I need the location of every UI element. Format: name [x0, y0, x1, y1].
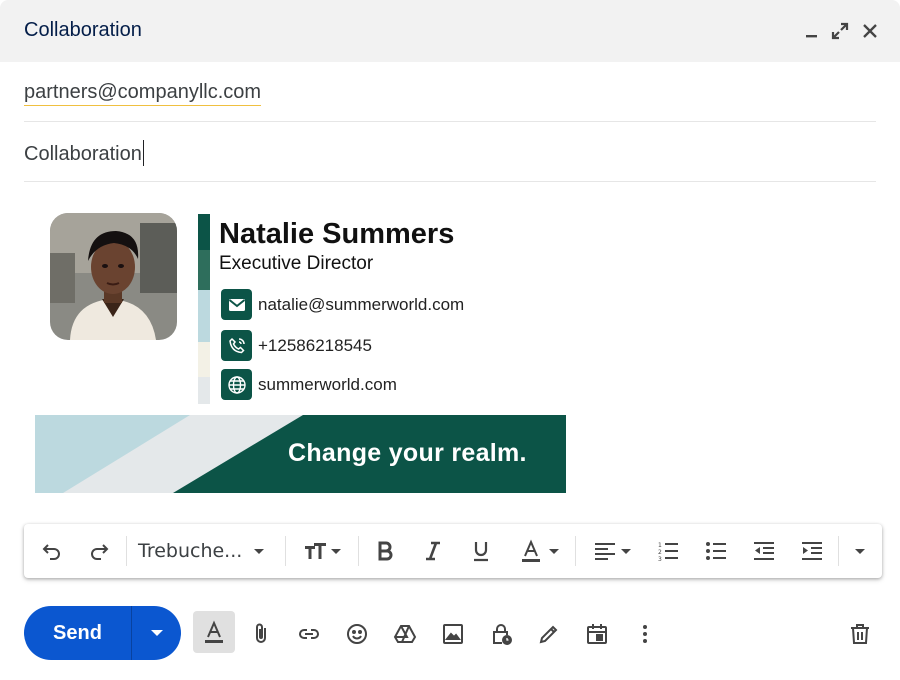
banner-slogan: Change your realm. — [288, 439, 527, 467]
link-icon[interactable] — [291, 616, 327, 652]
more-options-icon[interactable] — [627, 616, 663, 652]
svg-text:3: 3 — [658, 556, 662, 563]
toolbar-separator — [838, 536, 839, 566]
signature-accent-bar — [198, 214, 210, 404]
svg-text:2: 2 — [658, 549, 662, 556]
signature-banner[interactable]: Change your realm. — [35, 415, 566, 493]
chevron-down-icon — [254, 548, 265, 554]
formatting-toolbar: Trebuche... 123 — [24, 524, 882, 578]
svg-text:1: 1 — [658, 542, 662, 549]
chevron-down-icon — [331, 548, 341, 554]
toolbar-separator — [358, 536, 359, 566]
photo-icon[interactable] — [435, 616, 471, 652]
redo-icon[interactable] — [85, 537, 113, 565]
chevron-down-icon — [621, 548, 631, 554]
to-field[interactable]: partners@companyllc.com — [24, 62, 876, 122]
subject-field[interactable]: Collaboration — [24, 122, 876, 182]
align-icon[interactable] — [588, 537, 636, 565]
bold-icon[interactable] — [371, 537, 399, 565]
signature-title: Executive Director — [219, 253, 374, 274]
font-select-value: Trebuche... — [138, 540, 243, 562]
recipient-chip[interactable]: partners@companyllc.com — [24, 80, 262, 106]
undo-icon[interactable] — [38, 537, 66, 565]
text-cursor — [142, 140, 144, 166]
chevron-down-icon — [855, 548, 865, 554]
schedule-icon[interactable] — [579, 616, 615, 652]
signature-name: Natalie Summers — [219, 218, 455, 250]
font-select[interactable]: Trebuche... — [138, 537, 265, 565]
toolbar-separator — [575, 536, 576, 566]
globe-icon — [221, 369, 252, 400]
indent-more-icon[interactable] — [798, 537, 826, 565]
signature-icon[interactable] — [531, 616, 567, 652]
signature-website-row[interactable]: summerworld.com — [221, 369, 397, 400]
fullscreen-icon[interactable] — [829, 20, 851, 42]
bulleted-list-icon[interactable] — [702, 537, 730, 565]
numbered-list-icon[interactable]: 123 — [654, 537, 682, 565]
chevron-down-icon — [549, 548, 559, 554]
text-color-icon[interactable] — [515, 537, 563, 565]
compose-title: Collaboration — [24, 19, 142, 41]
signature-photo — [50, 213, 177, 340]
minimize-icon[interactable] — [801, 20, 823, 42]
formatting-icon[interactable] — [193, 611, 235, 653]
signature-email-row[interactable]: natalie@summerworld.com — [221, 289, 464, 320]
more-formatting-icon[interactable] — [850, 537, 870, 565]
toolbar-separator — [126, 536, 127, 566]
send-button-group: Send — [24, 606, 181, 660]
compose-header: Collaboration — [0, 0, 900, 62]
subject-input[interactable]: Collaboration — [24, 140, 144, 166]
signature-phone[interactable]: +12586218545 — [258, 336, 372, 356]
emoji-icon[interactable] — [339, 616, 375, 652]
attach-icon[interactable] — [243, 616, 279, 652]
chevron-down-icon — [150, 630, 163, 636]
close-icon[interactable] — [859, 20, 881, 42]
phone-icon — [221, 330, 252, 361]
send-button[interactable]: Send — [24, 606, 132, 660]
italic-icon[interactable] — [419, 537, 447, 565]
discard-icon[interactable] — [842, 616, 878, 652]
text-size-icon[interactable] — [296, 537, 348, 565]
drive-icon[interactable] — [387, 616, 423, 652]
signature-email[interactable]: natalie@summerworld.com — [258, 295, 464, 315]
confidential-icon[interactable] — [483, 616, 519, 652]
indent-less-icon[interactable] — [750, 537, 778, 565]
underline-icon[interactable] — [467, 537, 495, 565]
subject-text: Collaboration — [24, 143, 142, 165]
send-options-button[interactable] — [132, 606, 181, 660]
signature-website[interactable]: summerworld.com — [258, 375, 397, 395]
toolbar-separator — [285, 536, 286, 566]
signature-phone-row[interactable]: +12586218545 — [221, 330, 372, 361]
mail-icon — [221, 289, 252, 320]
